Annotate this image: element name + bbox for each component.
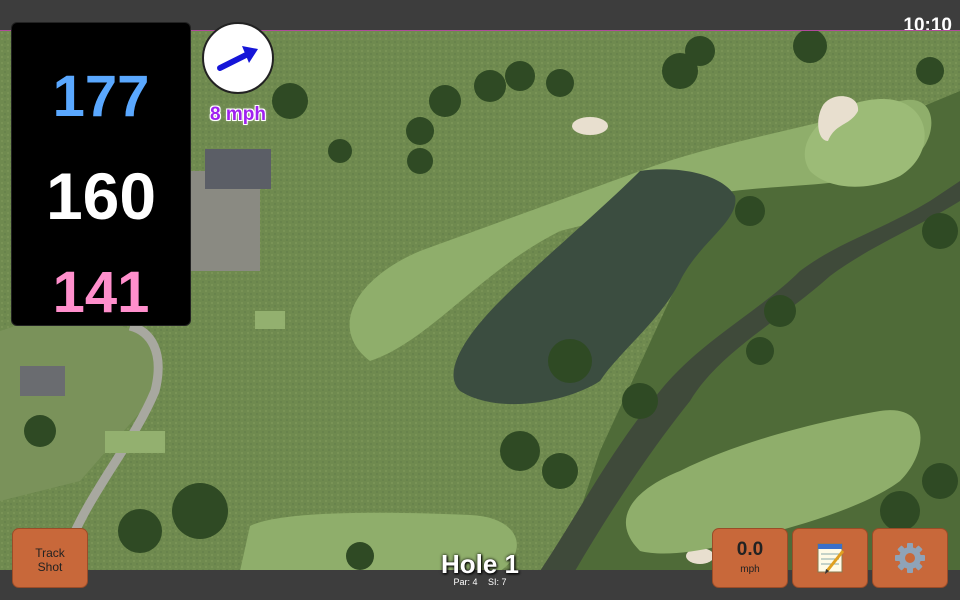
notes-button[interactable] (792, 528, 868, 588)
speed-value: 0.0 (736, 539, 764, 560)
wind-indicator (202, 22, 274, 94)
hole-stroke-index: SI: 7 (488, 577, 507, 587)
gear-icon (895, 543, 925, 573)
hole-par: Par: 4 (453, 577, 478, 587)
speed-unit: mph (740, 564, 760, 575)
middle-yardage: 160 (45, 159, 157, 233)
notepad-icon (817, 543, 845, 574)
hole-title: Hole 1 (440, 549, 520, 579)
track-shot-label-line2: Shot (37, 560, 63, 574)
wind-speed: 8 mph (210, 104, 266, 125)
speed-button[interactable]: 0.0 mph (712, 528, 788, 588)
track-shot-button[interactable]: Track Shot (12, 528, 88, 588)
back-yardage: 177 (52, 64, 150, 129)
hole-info: Par: 4 SI: 7 (380, 577, 580, 587)
track-shot-label-line1: Track (35, 546, 65, 560)
front-yardage: 141 (52, 260, 150, 325)
wind-direction-arrow-icon (217, 46, 258, 71)
yardage-panel: 177 160 141 (11, 22, 191, 326)
settings-button[interactable] (872, 528, 948, 588)
